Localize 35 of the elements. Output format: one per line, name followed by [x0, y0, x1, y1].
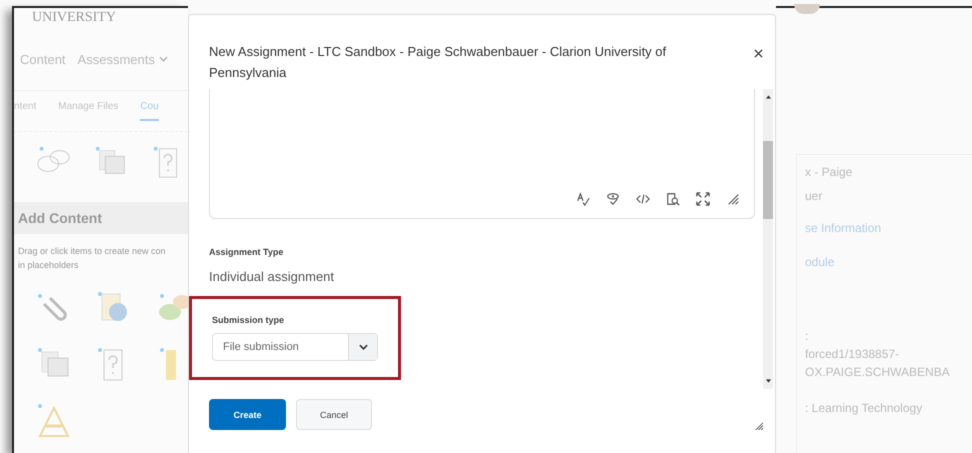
scroll-up-arrow-icon[interactable]: [766, 95, 770, 99]
submission-type-dropdown[interactable]: File submission: [212, 333, 378, 361]
scroll-down-arrow-icon[interactable]: [766, 379, 770, 383]
course-info-text: x - Paige: [805, 164, 854, 181]
course-info-text: forced1/1938857-: [805, 346, 900, 363]
code-icon[interactable]: [636, 192, 650, 206]
course-info-text: :: [805, 328, 810, 345]
text-editor-field[interactable]: [209, 89, 755, 219]
course-link[interactable]: odule: [805, 253, 972, 271]
page-tab[interactable]: Cou: [140, 101, 159, 121]
scrollbar[interactable]: [763, 89, 773, 389]
chevron-down-icon: [358, 344, 368, 350]
preview-icon[interactable]: [666, 192, 680, 206]
nav-menu-item[interactable]: Assessments: [78, 50, 168, 68]
course-info-text: OX.PAIGE.SCHWABENBA: [805, 364, 951, 381]
close-icon[interactable]: [754, 49, 763, 58]
dialog-button[interactable]: Cancel: [296, 399, 372, 430]
eye-check-icon[interactable]: [606, 192, 620, 206]
spellcheck-icon[interactable]: [576, 192, 590, 206]
resize-grip-icon[interactable]: [726, 192, 740, 206]
dialog-button[interactable]: Create: [209, 399, 286, 430]
resize-grip-icon[interactable]: [754, 421, 763, 430]
university-logo-text: UNIVERSITY: [31, 10, 116, 27]
course-info-text: uer: [805, 188, 824, 205]
dialog-title: New Assignment - LTC Sandbox - Paige Schwabenbauer - Clarion University of Pennsylvania: [209, 43, 668, 82]
field-label: Assignment Type: [209, 247, 284, 257]
fullscreen-icon[interactable]: [696, 192, 710, 206]
assignment-type-value: Individual assignment: [209, 269, 336, 284]
course-info-text: : Learning Technology: [805, 400, 924, 417]
add-content-description: in placeholders: [18, 259, 80, 272]
nav-menu-item[interactable]: Content: [20, 50, 66, 68]
add-content-heading: Add Content: [14, 202, 188, 234]
course-link[interactable]: se Information: [805, 219, 972, 237]
field-label: Submission type: [212, 315, 286, 325]
add-content-description: Drag or click items to create new con: [18, 245, 167, 258]
